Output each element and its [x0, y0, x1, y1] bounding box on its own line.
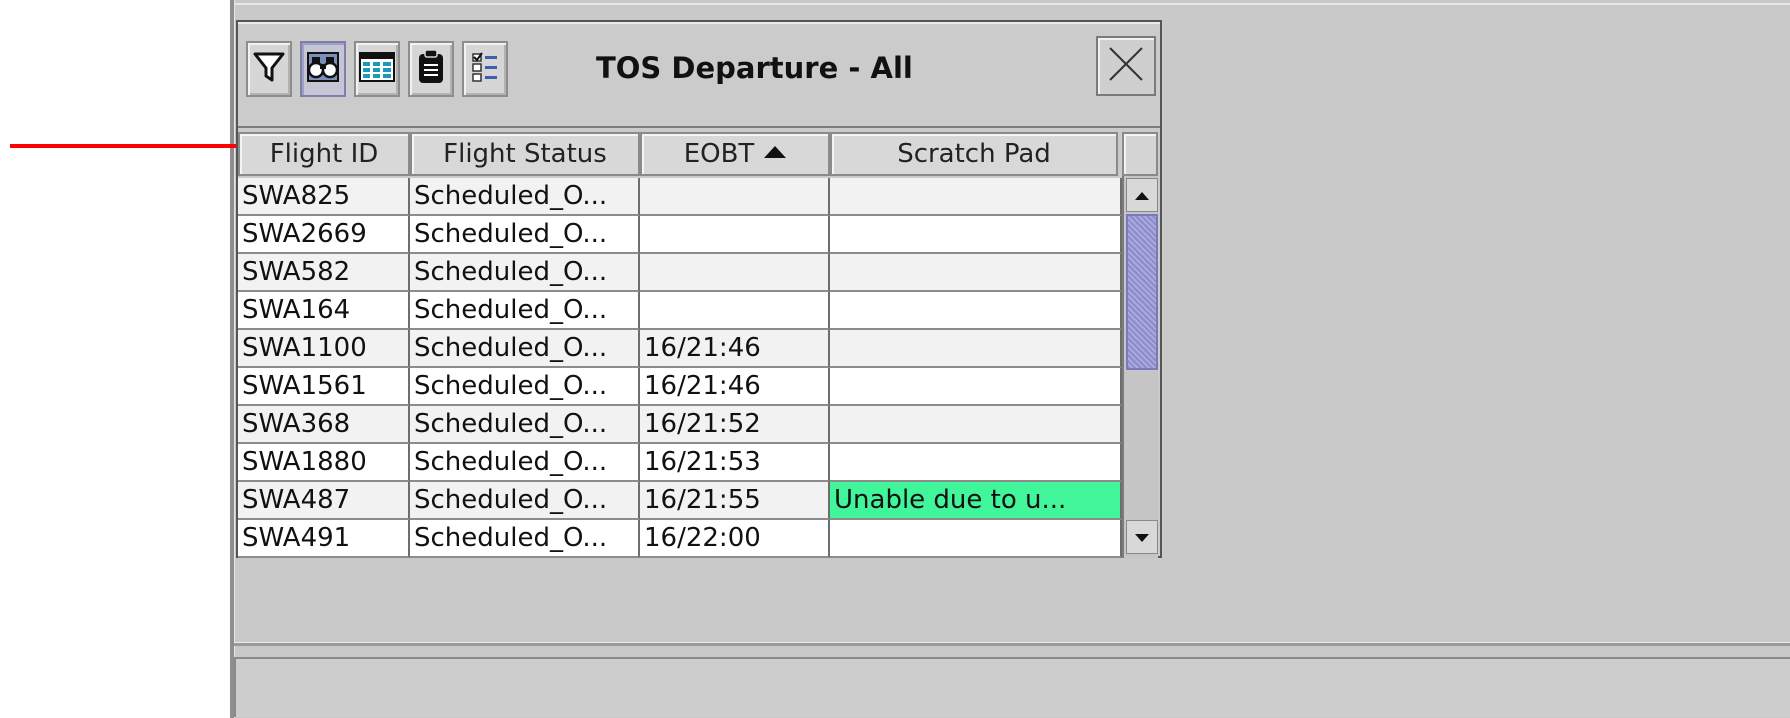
cell-scratch-pad[interactable] — [830, 368, 1122, 406]
cell-scratch-pad[interactable] — [830, 406, 1122, 444]
triangle-up-icon — [1134, 186, 1150, 205]
table-icon — [359, 51, 395, 87]
table-row[interactable]: SWA1561 Scheduled_O... 16/21:46 — [238, 368, 1122, 406]
filter-button[interactable] — [246, 41, 292, 97]
app-top-border — [234, 3, 1790, 5]
bottom-divider — [234, 642, 1790, 646]
cell-eobt[interactable] — [640, 292, 830, 330]
sort-ascending-icon — [764, 145, 787, 158]
table-row[interactable]: SWA1100 Scheduled_O... 16/21:46 — [238, 330, 1122, 368]
cell-scratch-pad[interactable] — [830, 292, 1122, 330]
scroll-down-button[interactable] — [1126, 520, 1158, 554]
cell-flight-status[interactable]: Scheduled_O... — [410, 178, 640, 216]
column-header-eobt[interactable]: EOBT — [640, 132, 830, 176]
cell-flight-status[interactable]: Scheduled_O... — [410, 292, 640, 330]
cell-scratch-pad[interactable]: Unable due to u... — [830, 482, 1122, 520]
cell-flight-status[interactable]: Scheduled_O... — [410, 520, 640, 558]
table-row[interactable]: SWA2669 Scheduled_O... — [238, 216, 1122, 254]
table-row[interactable]: SWA487 Scheduled_O... 16/21:55 Unable due t… — [238, 482, 1122, 520]
cell-scratch-pad[interactable] — [830, 444, 1122, 482]
search-button[interactable] — [300, 41, 346, 97]
cell-scratch-pad[interactable] — [830, 520, 1122, 558]
panel-title: TOS Departure - All — [596, 51, 913, 85]
panel-toolbar: TOS Departure - All — [238, 22, 1160, 124]
vertical-scrollbar[interactable] — [1122, 176, 1158, 558]
cell-flight-status[interactable]: Scheduled_O... — [410, 254, 640, 292]
annotation-arrow-shaft — [10, 144, 264, 148]
cell-flight-id[interactable]: SWA1880 — [238, 444, 410, 482]
bottom-status-bar — [234, 657, 1790, 717]
cell-flight-id[interactable]: SWA487 — [238, 482, 410, 520]
cell-eobt[interactable] — [640, 216, 830, 254]
app-left-border — [230, 0, 235, 718]
cell-flight-status[interactable]: Scheduled_O... — [410, 444, 640, 482]
cell-eobt[interactable]: 16/21:52 — [640, 406, 830, 444]
scroll-up-button[interactable] — [1126, 178, 1158, 212]
close-icon — [1106, 44, 1146, 88]
cell-scratch-pad[interactable] — [830, 254, 1122, 292]
cell-scratch-pad[interactable] — [830, 178, 1122, 216]
table-header: Flight ID Flight Status EOBT Scratch Pad — [238, 132, 1160, 176]
table-row[interactable]: SWA368 Scheduled_O... 16/21:52 — [238, 406, 1122, 444]
column-header-label: EOBT — [683, 139, 755, 169]
cell-eobt[interactable] — [640, 254, 830, 292]
scrollbar-thumb[interactable] — [1126, 214, 1158, 370]
column-header-flight-id[interactable]: Flight ID — [238, 132, 410, 176]
binoculars-icon — [306, 50, 340, 88]
column-header-label: Flight ID — [269, 139, 379, 169]
table-row[interactable]: SWA582 Scheduled_O... — [238, 254, 1122, 292]
close-button[interactable] — [1096, 36, 1156, 96]
triangle-down-icon — [1134, 528, 1150, 547]
cell-eobt[interactable] — [640, 178, 830, 216]
cell-flight-status[interactable]: Scheduled_O... — [410, 482, 640, 520]
cell-eobt[interactable]: 16/21:46 — [640, 330, 830, 368]
cell-flight-id[interactable]: SWA491 — [238, 520, 410, 558]
clipboard-icon — [416, 49, 446, 89]
column-header-scratch-pad[interactable]: Scratch Pad — [830, 132, 1118, 176]
tos-departure-panel: TOS Departure - All Flight ID Flight Sta… — [236, 20, 1162, 558]
column-header-label: Flight Status — [443, 139, 607, 169]
cell-flight-id[interactable]: SWA1561 — [238, 368, 410, 406]
cell-flight-status[interactable]: Scheduled_O... — [410, 368, 640, 406]
cell-flight-id[interactable]: SWA582 — [238, 254, 410, 292]
table-row[interactable]: SWA1880 Scheduled_O... 16/21:53 — [238, 444, 1122, 482]
table-row[interactable]: SWA164 Scheduled_O... — [238, 292, 1122, 330]
column-header-flight-status[interactable]: Flight Status — [410, 132, 640, 176]
cell-flight-status[interactable]: Scheduled_O... — [410, 406, 640, 444]
cell-eobt[interactable]: 16/21:53 — [640, 444, 830, 482]
cell-eobt[interactable]: 16/22:00 — [640, 520, 830, 558]
filter-icon — [252, 49, 286, 89]
cell-flight-id[interactable]: SWA1100 — [238, 330, 410, 368]
cell-flight-status[interactable]: Scheduled_O... — [410, 330, 640, 368]
cell-flight-id[interactable]: SWA2669 — [238, 216, 410, 254]
checklist-icon — [470, 50, 500, 88]
table-row[interactable]: SWA491 Scheduled_O... 16/22:00 — [238, 520, 1122, 558]
cell-flight-id[interactable]: SWA368 — [238, 406, 410, 444]
cell-eobt[interactable]: 16/21:46 — [640, 368, 830, 406]
clipboard-button[interactable] — [408, 41, 454, 97]
cell-scratch-pad[interactable] — [830, 216, 1122, 254]
column-header-label: Scratch Pad — [897, 139, 1051, 169]
departure-table: Flight ID Flight Status EOBT Scratch Pad… — [238, 126, 1160, 558]
cell-flight-id[interactable]: SWA825 — [238, 178, 410, 216]
column-selector-button[interactable] — [462, 41, 508, 97]
cell-flight-status[interactable]: Scheduled_O... — [410, 216, 640, 254]
cell-eobt[interactable]: 16/21:55 — [640, 482, 830, 520]
table-view-button[interactable] — [354, 41, 400, 97]
table-body: SWA825 Scheduled_O... SWA2669 Scheduled_O..… — [238, 178, 1122, 558]
table-row[interactable]: SWA825 Scheduled_O... — [238, 178, 1122, 216]
table-corner — [1122, 132, 1158, 176]
cell-flight-id[interactable]: SWA164 — [238, 292, 410, 330]
cell-scratch-pad[interactable] — [830, 330, 1122, 368]
